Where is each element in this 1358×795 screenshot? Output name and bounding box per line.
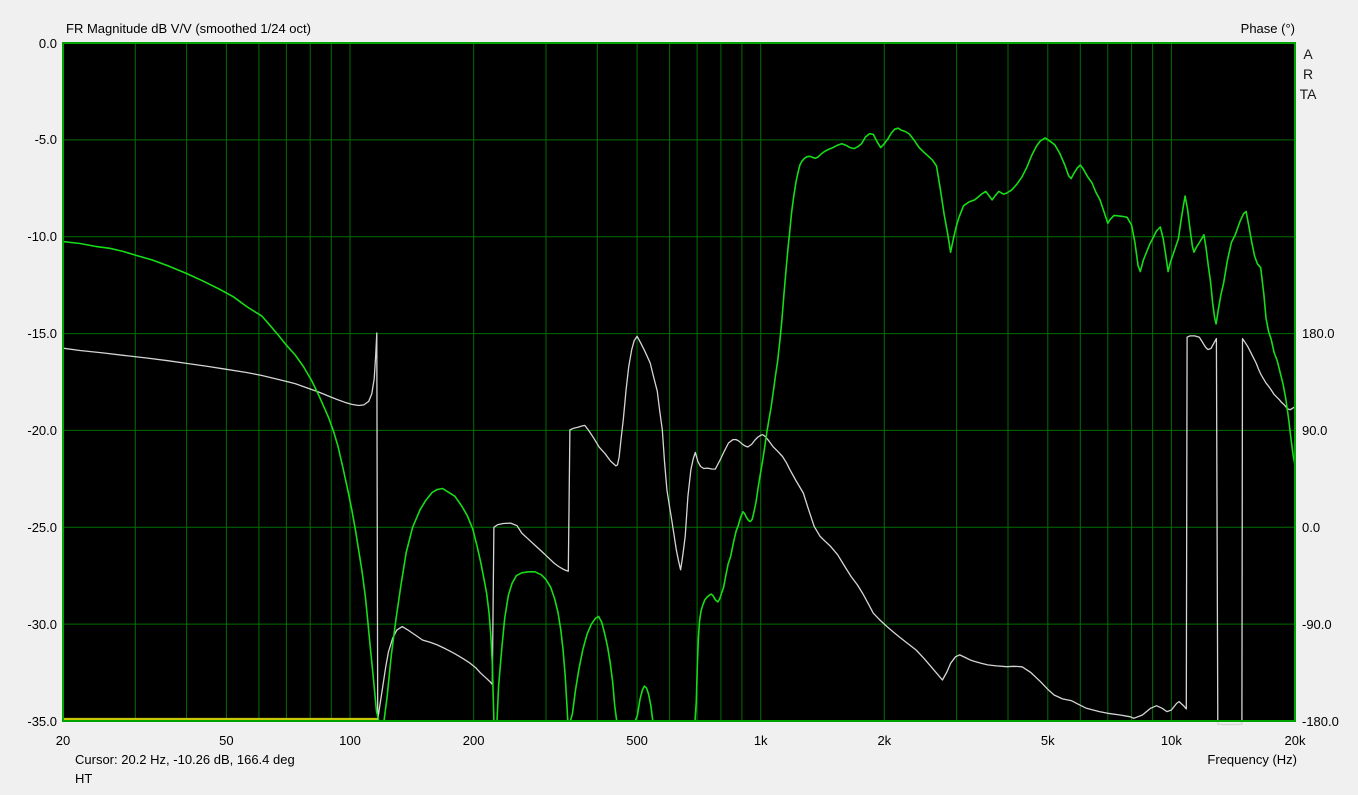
plot-area[interactable] <box>0 0 1358 795</box>
mag-axis-tick-label: -10.0 <box>2 229 57 244</box>
mag-axis-tick-label: -30.0 <box>2 617 57 632</box>
phase-axis-tick-label: -90.0 <box>1302 617 1358 632</box>
mag-axis-tick-label: 0.0 <box>2 36 57 51</box>
freq-axis-tick-label: 5k <box>1018 733 1078 748</box>
freq-axis-tick-label: 1k <box>731 733 791 748</box>
arta-window: { "header": { "title": "FR Magnitude dB … <box>0 0 1358 795</box>
freq-axis-tick-label: 20k <box>1265 733 1325 748</box>
mag-axis-tick-label: -25.0 <box>2 520 57 535</box>
freq-axis-tick-label: 500 <box>607 733 667 748</box>
freq-axis-tick-label: 10k <box>1141 733 1201 748</box>
plot-background <box>63 43 1295 721</box>
freq-axis-tick-label: 100 <box>320 733 380 748</box>
mag-axis-tick-label: -35.0 <box>2 714 57 729</box>
mag-axis-tick-label: -5.0 <box>2 132 57 147</box>
mag-axis-tick-label: -20.0 <box>2 423 57 438</box>
phase-axis-tick-label: 0.0 <box>1302 520 1358 535</box>
phase-axis-tick-label: -180.0 <box>1302 714 1358 729</box>
phase-axis-tick-label: 180.0 <box>1302 326 1358 341</box>
phase-axis-tick-label: 90.0 <box>1302 423 1358 438</box>
mag-axis-tick-label: -15.0 <box>2 326 57 341</box>
freq-axis-tick-label: 50 <box>196 733 256 748</box>
freq-axis-tick-label: 2k <box>854 733 914 748</box>
freq-axis-tick-label: 200 <box>444 733 504 748</box>
freq-axis-tick-label: 20 <box>33 733 93 748</box>
